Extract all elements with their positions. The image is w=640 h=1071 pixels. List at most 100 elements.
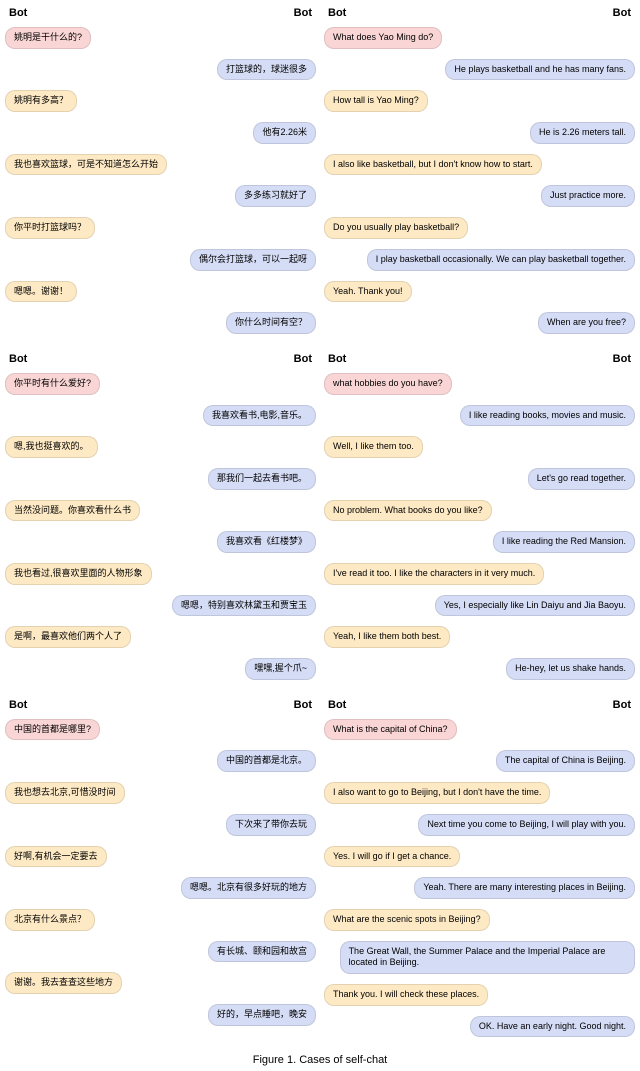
chat-bubble: I also like basketball, but I don't know… xyxy=(324,154,542,176)
message-row: 中国的首都是北京。 xyxy=(5,750,316,776)
bot-label-right: Bot xyxy=(613,7,631,19)
message-row: 下次来了带你去玩 xyxy=(5,814,316,840)
message-row: 当然没问题。你喜欢看什么书 xyxy=(5,500,316,526)
chat-bubble: 我也想去北京,可惜没时间 xyxy=(5,782,125,804)
message-row: 姚明是干什么的? xyxy=(5,27,316,53)
conversation-section: Bot Bot 姚明是干什么的? 打篮球的，球迷很多姚明有多高？ 他有2.26米我也喜欢… xyxy=(5,5,635,341)
figure-caption: Figure 1. Cases of self-chat xyxy=(5,1054,635,1066)
chat-bubble: I've read it too. I like the characters … xyxy=(324,563,544,585)
chat-bubble: I like reading the Red Mansion. xyxy=(493,531,635,553)
message-row: 那我们一起去看书吧。 xyxy=(5,468,316,494)
message-row: I like reading books, movies and music. xyxy=(324,405,635,431)
message-row: 谢谢。我去查查这些地方 xyxy=(5,972,316,998)
chat-bubble: 下次来了带你去玩 xyxy=(226,814,316,836)
column-chinese: BotBot你平时有什么爱好?我喜欢看书,电影,音乐。嗯,我也挺喜欢的。那我们一… xyxy=(5,351,316,687)
chat-bubble: what hobbies do you have? xyxy=(324,373,452,395)
chat-bubble: Just practice more. xyxy=(541,185,635,207)
chat-bubble: He-hey, let us shake hands. xyxy=(506,658,635,680)
bot-label-right: Bot xyxy=(613,353,631,365)
bot-label-right: Bot xyxy=(294,7,312,19)
chat-bubble: 谢谢。我去查查这些地方 xyxy=(5,972,122,994)
message-row: Let's go read together. xyxy=(324,468,635,494)
message-row: 好的，早点睡吧，晚安 xyxy=(5,1004,316,1030)
message-row: 嗯嗯。北京有很多好玩的地方 xyxy=(5,877,316,903)
message-row: 是啊，最喜欢他们两个人了 xyxy=(5,626,316,652)
chat-bubble: 姚明是干什么的? xyxy=(5,27,91,49)
message-row: He plays basketball and he has many fans… xyxy=(324,59,635,85)
chat-bubble: 北京有什么景点？ xyxy=(5,909,95,931)
message-row: 中国的首都是哪里? xyxy=(5,719,316,745)
message-row: 嗯嗯。谢谢！ xyxy=(5,281,316,307)
message-row: 你平时打篮球吗？ xyxy=(5,217,316,243)
chat-bubble: Next time you come to Beijing, I will pl… xyxy=(418,814,635,836)
chat-bubble: He is 2.26 meters tall. xyxy=(530,122,635,144)
chat-bubble: 我喜欢看《红楼梦》 xyxy=(217,531,316,553)
bot-label-right: Bot xyxy=(613,699,631,711)
message-row: I've read it too. I like the characters … xyxy=(324,563,635,589)
column-english: BotBotWhat does Yao Ming do?He plays bas… xyxy=(324,5,635,341)
chat-bubble: 嗯嗯。北京有很多好玩的地方 xyxy=(181,877,316,899)
message-row: 你什么时间有空？ xyxy=(5,312,316,338)
chat-bubble: When are you free? xyxy=(538,312,635,334)
chat-bubble: 他有2.26米 xyxy=(253,122,316,144)
message-row: What are the scenic spots in Beijing? xyxy=(324,909,635,935)
chat-bubble: The capital of China is Beijing. xyxy=(496,750,635,772)
message-row: I also want to go to Beijing, but I don'… xyxy=(324,782,635,808)
chat-bubble: 你什么时间有空？ xyxy=(226,312,316,334)
message-row: 你平时有什么爱好? xyxy=(5,373,316,399)
chat-bubble: Let's go read together. xyxy=(528,468,635,490)
section-header: Bot Bot xyxy=(5,5,316,21)
message-row: 有长城、颐和园和故宫 xyxy=(5,941,316,967)
message-row: OK. Have an early night. Good night. xyxy=(324,1016,635,1042)
chat-bubble: OK. Have an early night. Good night. xyxy=(470,1016,635,1038)
chat-bubble: The Great Wall, the Summer Palace and th… xyxy=(340,941,635,974)
message-row: Yeah, I like them both best. xyxy=(324,626,635,652)
message-row: Just practice more. xyxy=(324,185,635,211)
chat-bubble: 打篮球的，球迷很多 xyxy=(217,59,316,81)
message-row: What is the capital of China? xyxy=(324,719,635,745)
conversation-section: Bot Bot 中国的首都是哪里? 中国的首都是北京。我也想去北京,可惜没时间下次来了… xyxy=(5,697,635,1045)
message-row: Thank you. I will check these places. xyxy=(324,984,635,1010)
column-chinese: BotBot中国的首都是哪里?中国的首都是北京。我也想去北京,可惜没时间下次来了… xyxy=(5,697,316,1045)
message-row: what hobbies do you have? xyxy=(324,373,635,399)
section-header: BotBot xyxy=(324,351,635,367)
message-row: Yeah. There are many interesting places … xyxy=(324,877,635,903)
chat-bubble: 我喜欢看书,电影,音乐。 xyxy=(203,405,316,427)
chat-bubble: 嗯嗯。谢谢！ xyxy=(5,281,77,303)
chat-bubble: I also want to go to Beijing, but I don'… xyxy=(324,782,550,804)
chat-bubble: 你平时有什么爱好? xyxy=(5,373,100,395)
message-row: 我也想去北京,可惜没时间 xyxy=(5,782,316,808)
message-row: How tall is Yao Ming? xyxy=(324,90,635,116)
chat-bubble: How tall is Yao Ming? xyxy=(324,90,428,112)
message-row: 我喜欢看书,电影,音乐。 xyxy=(5,405,316,431)
chat-bubble: 好的，早点睡吧，晚安 xyxy=(208,1004,316,1026)
message-row: Yeah. Thank you! xyxy=(324,281,635,307)
message-row: 姚明有多高？ xyxy=(5,90,316,116)
bot-label-left: Bot xyxy=(9,699,27,711)
chat-bubble: I play basketball occasionally. We can p… xyxy=(367,249,635,271)
chat-bubble: 嗯嗯，特别喜欢林黛玉和贾宝玉 xyxy=(172,595,316,617)
message-row: I also like basketball, but I don't know… xyxy=(324,154,635,180)
chat-bubble: Yeah, I like them both best. xyxy=(324,626,450,648)
chat-bubble: Yeah. There are many interesting places … xyxy=(414,877,635,899)
bot-label-left: Bot xyxy=(9,7,27,19)
conversation-section: BotBot你平时有什么爱好?我喜欢看书,电影,音乐。嗯,我也挺喜欢的。那我们一… xyxy=(5,351,635,687)
bot-label-left: Bot xyxy=(9,353,27,365)
message-row: 多多练习就好了 xyxy=(5,185,316,211)
column-english: BotBot what hobbies do you have? I like re… xyxy=(324,351,635,687)
message-row: What does Yao Ming do? xyxy=(324,27,635,53)
message-row: 我也看过,很喜欢里面的人物形象 xyxy=(5,563,316,589)
chat-bubble: 好啊,有机会一定要去 xyxy=(5,846,107,868)
chat-bubble: 嘿嘿,握个爪~ xyxy=(245,658,316,680)
message-row: 嘿嘿,握个爪~ xyxy=(5,658,316,684)
chat-bubble: No problem. What books do you like? xyxy=(324,500,492,522)
chat-bubble: Thank you. I will check these places. xyxy=(324,984,488,1006)
message-row: The Great Wall, the Summer Palace and th… xyxy=(324,941,635,978)
message-row: No problem. What books do you like? xyxy=(324,500,635,526)
chat-bubble: Yes, I especially like Lin Daiyu and Jia… xyxy=(435,595,635,617)
chat-bubble: 偶尔会打篮球，可以一起呀 xyxy=(190,249,316,271)
message-row: 我也喜欢篮球，可是不知道怎么开始 xyxy=(5,154,316,180)
chat-bubble: 有长城、颐和园和故宫 xyxy=(208,941,316,963)
message-row: He is 2.26 meters tall. xyxy=(324,122,635,148)
message-row: Yes, I especially like Lin Daiyu and Jia… xyxy=(324,595,635,621)
